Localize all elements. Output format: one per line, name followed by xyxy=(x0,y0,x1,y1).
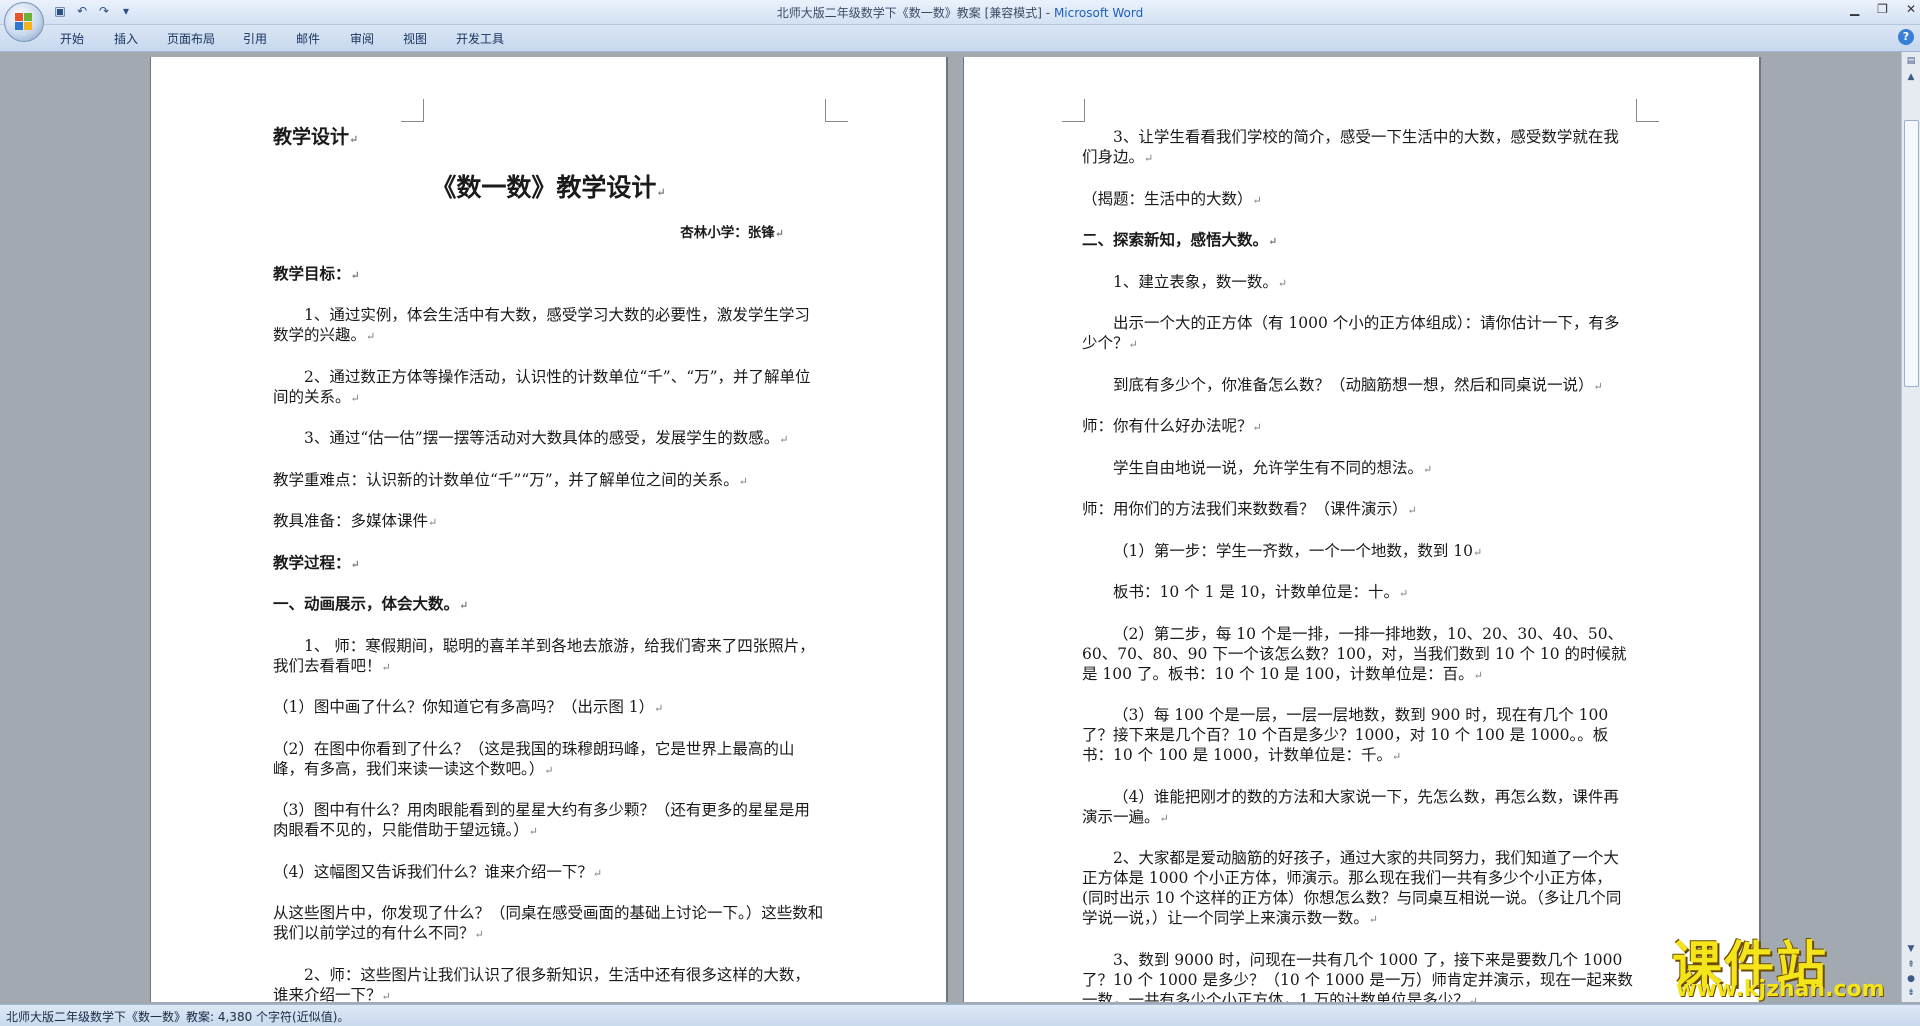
help-icon[interactable]: ? xyxy=(1898,29,1914,45)
office-button[interactable] xyxy=(4,2,44,42)
scroll-up-icon[interactable]: ▲ xyxy=(1904,70,1918,84)
tab-mailings[interactable]: 邮件 xyxy=(296,30,320,47)
paragraph: （3）每 100 个是一层，一层一层地数，数到 900 时，现在有几个 100 … xyxy=(1082,706,1609,764)
paragraph: （4）这幅图又告诉我们什么？谁来介绍一下？↵ xyxy=(273,862,603,881)
paragraph: 学生自由地说一说，允许学生有不同的想法。↵ xyxy=(1113,458,1433,477)
paragraph: 2、师：这些图片让我们认识了很多新知识，生活中还有很多这样的大数，谁来介绍一下？… xyxy=(273,965,810,1003)
section-heading: 二、探索新知，感悟大数。↵ xyxy=(1082,230,1278,249)
doc-heading: 教学设计↵ xyxy=(273,126,359,148)
tab-review[interactable]: 审阅 xyxy=(350,30,374,47)
site-watermark: 课件站 www.kjzhan.com xyxy=(1668,925,1908,1002)
paragraph: 3、让学生看看我们学校的简介，感受一下生活中的大数，感受数学就在我们身边。↵ xyxy=(1082,128,1619,166)
doc-author: 杏林小学：张锋↵ xyxy=(680,225,784,241)
paragraph: 2、通过数正方体等操作活动，认识性的计数单位“千”、“万”，并了解单位间的关系。… xyxy=(273,367,811,406)
vertical-scrollbar[interactable]: ▤ ▲ ▼ ⇞ ● ⇟ xyxy=(1901,52,1920,1002)
paragraph: 1、建立表象，数一数。↵ xyxy=(1113,272,1288,291)
paragraph: 教学重难点：认识新的计数单位“千”“万”，并了解单位之间的关系。↵ xyxy=(273,470,748,489)
paragraph: （1）图中画了什么？你知道它有多高吗？（出示图 1）↵ xyxy=(273,698,664,716)
office-logo-icon xyxy=(15,13,33,31)
process-label: 教学过程：↵ xyxy=(273,552,360,572)
paragraph: （4）谁能把刚才的数的方法和大家说一下，先怎么数，再怎么数，课件再演示一遍。↵ xyxy=(1082,787,1619,826)
status-text[interactable]: 北师大版二年级数学下《数一数》教案: 4,380 个字符(近似值)。 xyxy=(6,1008,349,1025)
section-heading: 一、动画展示，体会大数。↵ xyxy=(273,594,469,613)
tab-page-layout[interactable]: 页面布局 xyxy=(167,30,215,47)
paragraph: （2）在图中你看到了什么？（这是我国的珠穆朗玛峰，它是世界上最高的山峰，有多高，… xyxy=(273,739,795,778)
tab-view[interactable]: 视图 xyxy=(403,30,427,47)
paragraph: 师：你有什么好办法呢？↵ xyxy=(1082,417,1262,435)
paragraph: 3、数到 9000 时，问现在一共有几个 1000 了，接下来是要数几个 100… xyxy=(1082,950,1633,1003)
paragraph: （揭题：生活中的大数）↵ xyxy=(1082,189,1262,208)
paragraph: 教具准备：多媒体课件↵ xyxy=(273,512,438,530)
paragraph: （1）第一步：学生一齐数，一个一个地数，数到 10↵ xyxy=(1113,541,1483,560)
document-page-1[interactable]: 教学设计↵ 《数一数》教学设计↵ 杏林小学：张锋↵ 教学目标：↵ 1、通过实例，… xyxy=(151,57,946,1002)
page-2-content[interactable]: 3、让学生看看我们学校的简介，感受一下生活中的大数，感受数学就在我们身边。↵ （… xyxy=(1082,127,1633,1002)
paragraph: 板书：10 个 1 是 10，计数单位是：十。↵ xyxy=(1113,583,1409,601)
crop-mark xyxy=(825,99,848,122)
goals-label: 教学目标：↵ xyxy=(273,263,360,283)
app-name: Microsoft Word xyxy=(1053,6,1144,20)
title-bar: ▣ ↶ ↷ ▾ 北师大版二年级数学下《数一数》教案 [兼容模式] - Micro… xyxy=(0,0,1920,25)
close-icon[interactable]: ✕ xyxy=(1906,2,1916,16)
ruler-toggle-icon[interactable]: ▤ xyxy=(1904,54,1918,68)
paragraph: 3、通过“估一估”摆一摆等活动对大数具体的感受，发展学生的数感。↵ xyxy=(304,429,789,447)
paragraph: （3）图中有什么？用肉眼能看到的星星大约有多少颗？（还有更多的星星是用肉眼看不见… xyxy=(273,801,810,839)
crop-mark xyxy=(1062,99,1085,122)
paragraph: 2、大家都是爱动脑筋的好孩子，通过大家的共同努力，我们知道了一个大正方体是 10… xyxy=(1082,849,1622,927)
paragraph: 到底有多少个，你准备怎么数？（动脑筋想一想，然后和同桌说一说）↵ xyxy=(1113,375,1603,394)
tab-insert[interactable]: 插入 xyxy=(114,30,138,47)
tab-home[interactable]: 开始 xyxy=(60,30,84,47)
window-controls: ▁ ❐ ✕ xyxy=(1850,2,1916,16)
paragraph: 1、通过实例，体会生活中有大数，感受学习大数的必要性，激发学生学习数学的兴趣。↵ xyxy=(273,306,810,344)
tab-developer[interactable]: 开发工具 xyxy=(456,30,504,47)
watermark-url: www.kjzhan.com xyxy=(1676,977,1885,1002)
paragraph: 出示一个大的正方体（有 1000 个小的正方体组成）：请你估计一下，有多少个？↵ xyxy=(1082,314,1620,352)
document-page-2[interactable]: 3、让学生看看我们学校的简介，感受一下生活中的大数，感受数学就在我们身边。↵ （… xyxy=(964,57,1759,1002)
paragraph: 从这些图片中，你发现了什么？（同桌在感受画面的基础上讨论一下。）这些数和我们以前… xyxy=(273,904,824,942)
doc-title: 《数一数》教学设计↵ xyxy=(431,173,666,202)
ribbon-tabs: 开始 插入 页面布局 引用 邮件 审阅 视图 开发工具 ? xyxy=(0,25,1920,52)
tab-references[interactable]: 引用 xyxy=(243,30,267,47)
paragraph: 师：用你们的方法我们来数数看？（课件演示）↵ xyxy=(1082,500,1417,518)
window-title: 北师大版二年级数学下《数一数》教案 [兼容模式] - Microsoft Wor… xyxy=(776,6,1144,20)
page-1-content[interactable]: 教学设计↵ 《数一数》教学设计↵ 杏林小学：张锋↵ 教学目标：↵ 1、通过实例，… xyxy=(273,127,824,1002)
minimize-icon[interactable]: ▁ xyxy=(1850,2,1859,16)
paragraph: 1、 师：寒假期间，聪明的喜羊羊到各地去旅游，给我们寄来了四张照片，我们去看看吧… xyxy=(273,636,815,675)
restore-icon[interactable]: ❐ xyxy=(1877,2,1888,16)
document-title: 北师大版二年级数学下《数一数》教案 [兼容模式] xyxy=(776,6,1042,20)
crop-mark xyxy=(401,99,424,122)
crop-mark xyxy=(1636,99,1659,122)
scrollbar-thumb[interactable] xyxy=(1904,120,1919,387)
status-bar: 北师大版二年级数学下《数一数》教案: 4,380 个字符(近似值)。 xyxy=(0,1004,1920,1026)
paragraph: （2）第二步，每 10 个是一排，一排一排地数，10、20、30、40、50、6… xyxy=(1082,624,1627,683)
